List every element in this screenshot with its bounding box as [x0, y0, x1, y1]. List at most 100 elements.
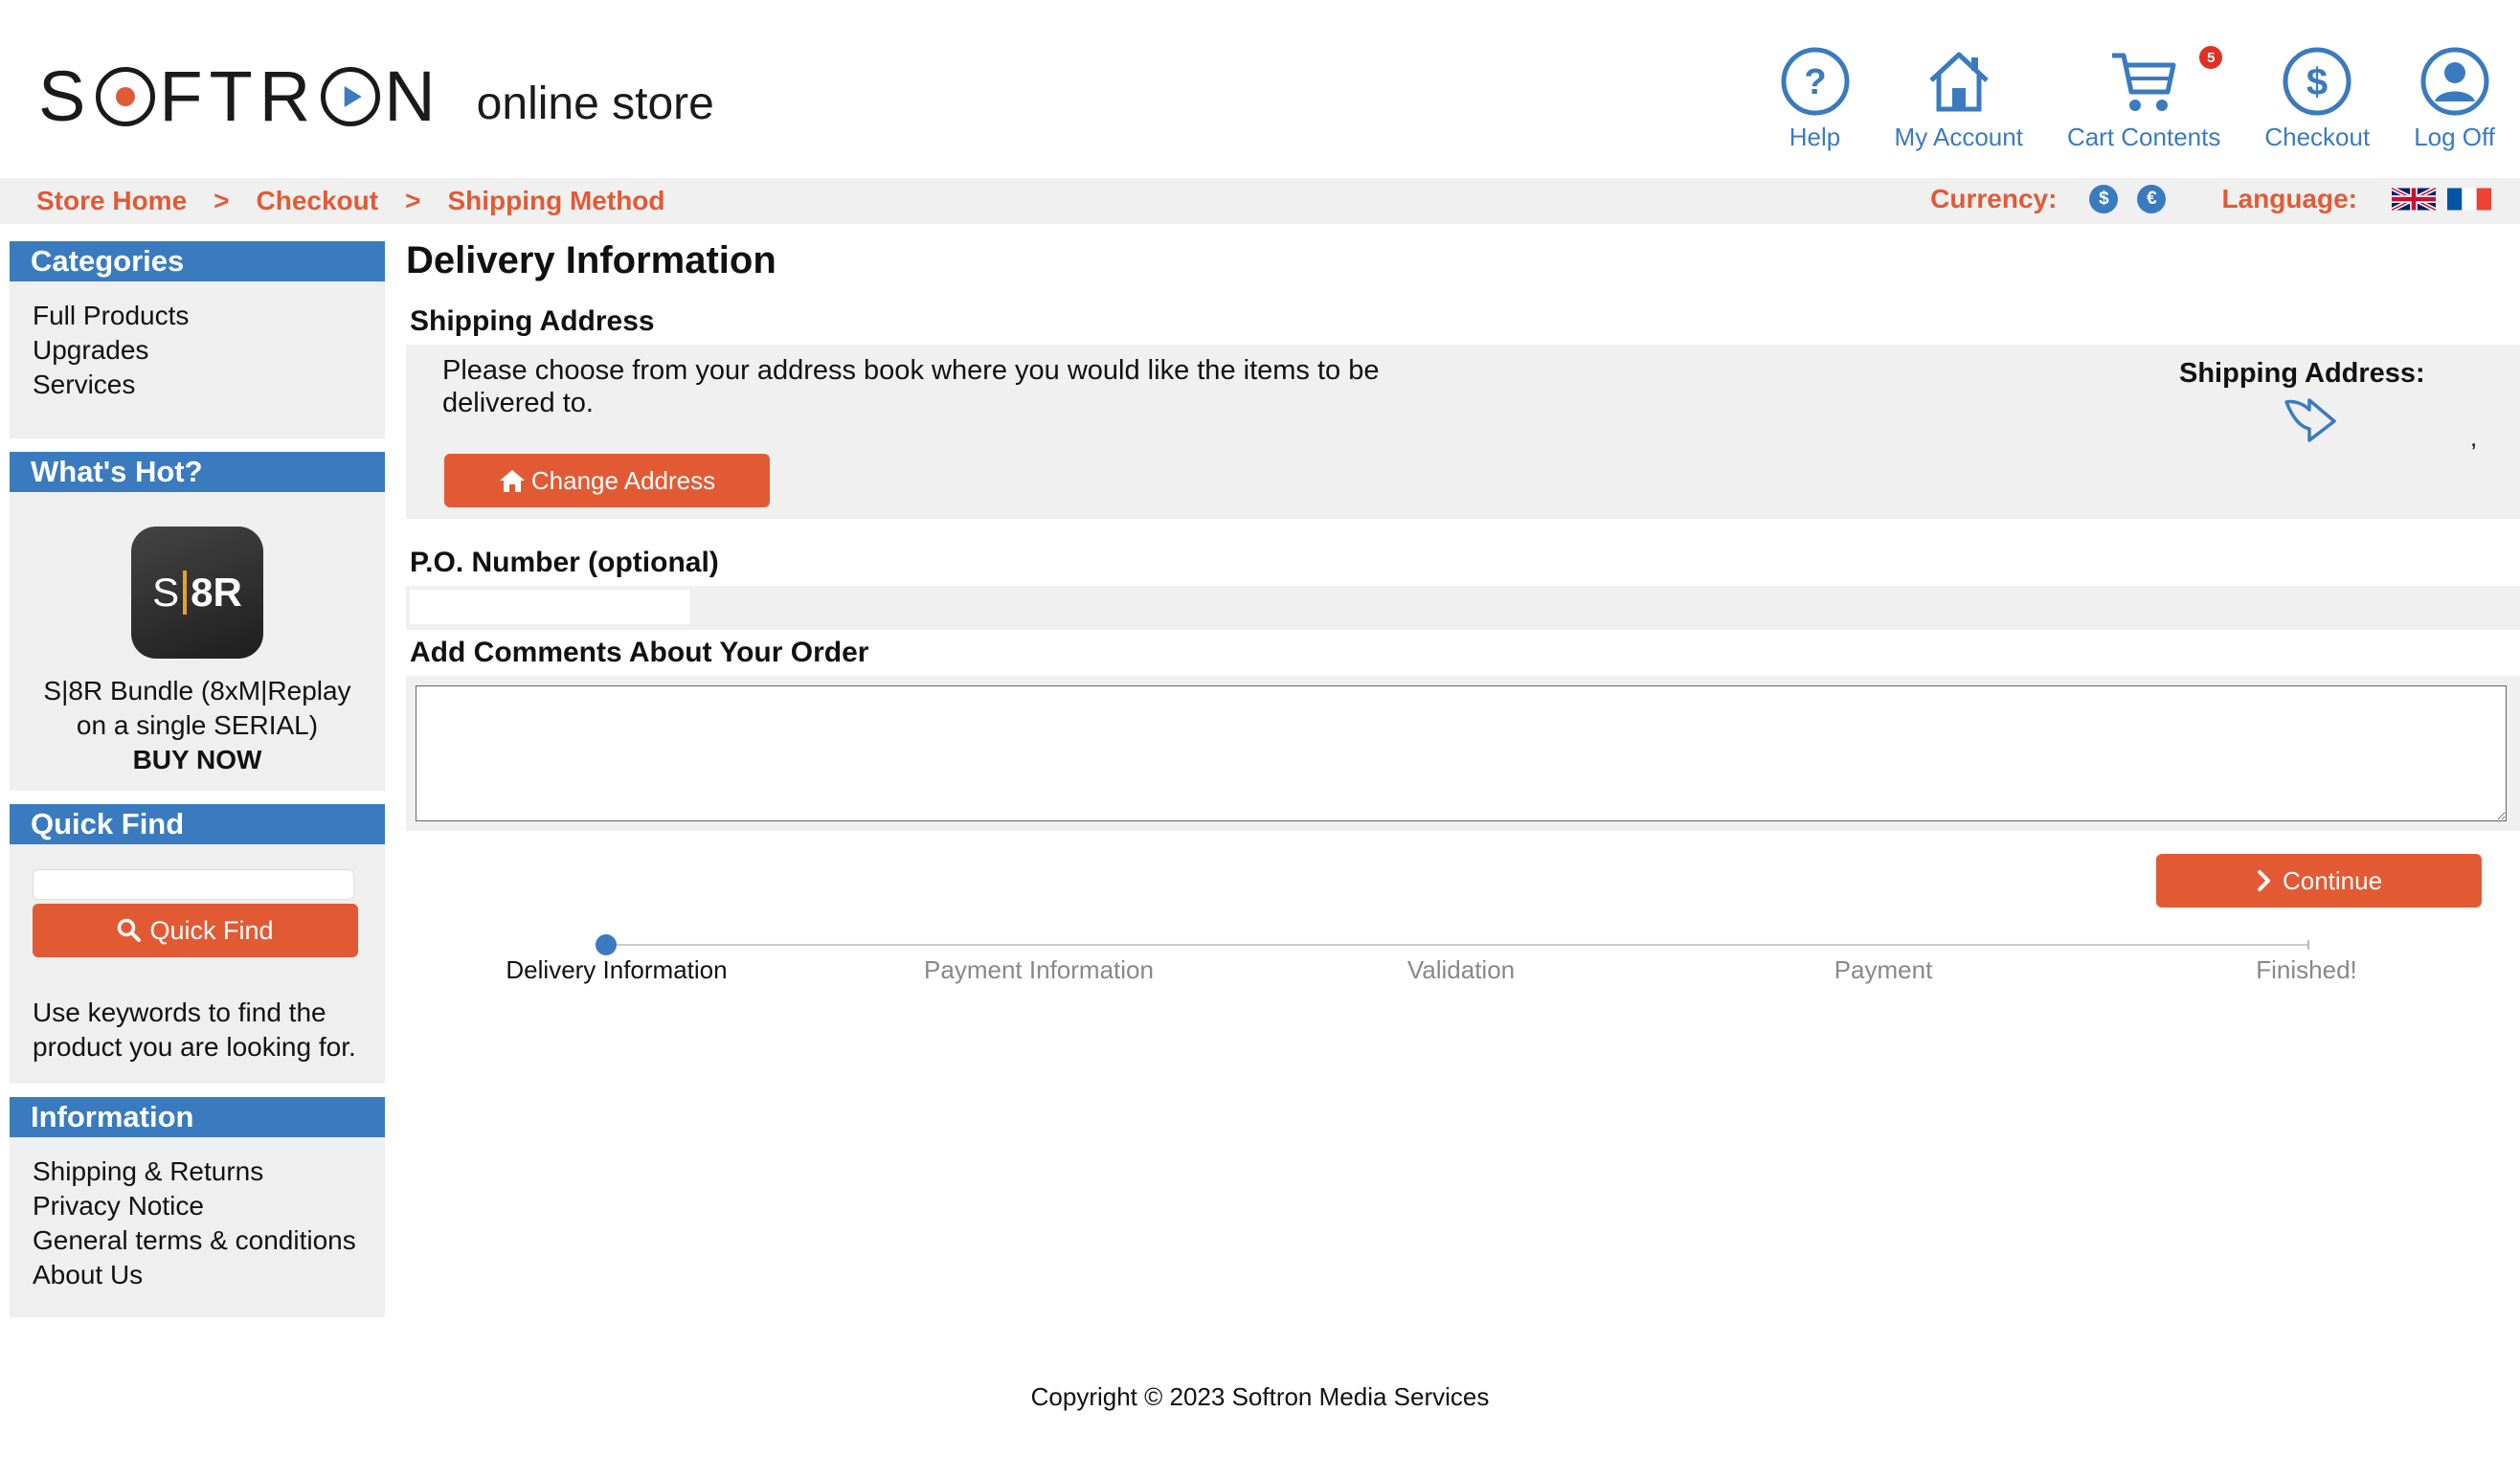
shipping-address-heading: Shipping Address	[410, 305, 655, 337]
breadcrumb-separator: >	[405, 186, 421, 215]
help-icon: ?	[1781, 47, 1850, 116]
information-list: Shipping & Returns Privacy Notice Genera…	[10, 1137, 385, 1317]
progress-track	[605, 944, 2309, 946]
comments-heading: Add Comments About Your Order	[410, 637, 869, 668]
cart-count-badge: 5	[2197, 44, 2225, 71]
nav-cart-contents-label: Cart Contents	[2066, 123, 2221, 151]
breadcrumb-checkout[interactable]: Checkout	[257, 186, 379, 216]
quick-find-button[interactable]: Quick Find	[33, 904, 358, 957]
footer-copyright: Copyright © 2023 Softron Media Services	[1030, 1382, 1490, 1411]
buy-now-link[interactable]: BUY NOW	[33, 743, 362, 777]
progress-track-end	[2307, 940, 2309, 950]
breadcrumb-separator: >	[214, 186, 230, 215]
comments-row	[406, 676, 2520, 831]
top-navigation: ? Help My Account 5 Cart Contents $ Chec…	[1736, 44, 2495, 152]
whats-hot-content: S 8R S|8R Bundle (8xM|Replay on a single …	[10, 492, 385, 791]
s8r-icon-text: 8R	[191, 570, 242, 615]
breadcrumb: Store Home > Checkout > Shipping Method	[36, 186, 665, 216]
nav-help[interactable]: ? Help	[1780, 46, 1851, 152]
change-address-label: Change Address	[530, 465, 716, 495]
store-logo[interactable]: S FTR N online store	[38, 61, 714, 132]
po-number-input[interactable]	[410, 590, 689, 624]
home-icon	[499, 470, 525, 492]
info-link-general-terms[interactable]: General terms & conditions	[33, 1223, 362, 1258]
category-link-upgrades[interactable]: Upgrades	[33, 333, 362, 368]
main-content: Delivery Information Shipping Address Pl…	[406, 234, 2520, 908]
logo-play-o-icon	[321, 67, 381, 126]
info-link-shipping-returns[interactable]: Shipping & Returns	[33, 1154, 362, 1189]
continue-button[interactable]: Continue	[2156, 854, 2482, 908]
logo-letters-ftr: FTR	[159, 56, 318, 136]
nav-my-account-label: My Account	[1894, 123, 2023, 151]
information-box: Information Shipping & Returns Privacy N…	[10, 1097, 385, 1317]
breadcrumb-store-home[interactable]: Store Home	[36, 186, 187, 216]
categories-list: Full Products Upgrades Services	[10, 281, 385, 438]
nav-checkout[interactable]: $ Checkout	[2264, 46, 2370, 152]
shipping-address-value: ,	[2470, 423, 2478, 452]
share-arrow-icon	[2284, 398, 2336, 442]
info-link-privacy-notice[interactable]: Privacy Notice	[33, 1189, 362, 1223]
nav-log-off[interactable]: Log Off	[2414, 46, 2495, 152]
header: S FTR N online store ? Help My Account 5…	[0, 0, 2520, 178]
breadcrumb-bar: Store Home > Checkout > Shipping Method …	[0, 178, 2520, 224]
svg-text:$: $	[2306, 61, 2328, 103]
dollar-icon: $	[2283, 47, 2351, 116]
progress-step-finished: Finished!	[2256, 955, 2357, 984]
info-link-about-us[interactable]: About Us	[33, 1258, 362, 1292]
category-link-full-products[interactable]: Full Products	[33, 299, 362, 333]
page-title: Delivery Information	[406, 239, 776, 281]
quick-find-input[interactable]	[33, 869, 354, 900]
nav-log-off-label: Log Off	[2414, 123, 2495, 151]
quick-find-box: Quick Find Quick Find Use keywords to fi…	[10, 804, 385, 1084]
shipping-address-panel: Please choose from your address book whe…	[406, 345, 2520, 519]
home-icon	[1929, 52, 1989, 112]
information-heading: Information	[10, 1097, 385, 1137]
currency-language-selector: Currency: $ € Language:	[1930, 184, 2491, 214]
po-number-heading: P.O. Number (optional)	[410, 547, 719, 578]
continue-label: Continue	[2282, 865, 2383, 895]
category-link-services[interactable]: Services	[33, 368, 362, 402]
quick-find-heading: Quick Find	[10, 804, 385, 844]
logo-wordmark: S FTR N	[38, 61, 442, 132]
search-icon	[118, 918, 142, 942]
quick-find-button-label: Quick Find	[149, 915, 274, 945]
cart-icon	[2112, 53, 2176, 111]
french-flag-icon[interactable]	[2447, 185, 2491, 213]
categories-box: Categories Full Products Upgrades Servic…	[10, 241, 385, 438]
quick-find-content: Quick Find Use keywords to find the prod…	[10, 844, 385, 1084]
english-flag-icon[interactable]	[2392, 185, 2436, 213]
progress-step-payment: Payment	[1834, 955, 1933, 984]
logo-letter-s: S	[38, 56, 93, 136]
hot-product-name[interactable]: S|8R Bundle (8xM|Replay on a single SERI…	[33, 674, 362, 743]
chevron-right-icon	[2257, 870, 2270, 891]
s8r-product-icon[interactable]: S 8R	[131, 527, 263, 659]
logo-record-o-icon	[96, 67, 156, 126]
progress-current-marker	[596, 934, 617, 955]
svg-text:?: ?	[1804, 62, 1826, 102]
nav-cart-contents[interactable]: 5 Cart Contents	[2066, 44, 2225, 152]
order-comments-textarea[interactable]	[416, 685, 2507, 821]
progress-step-validation: Validation	[1406, 955, 1516, 984]
whats-hot-heading: What's Hot?	[10, 452, 385, 492]
nav-my-account[interactable]: My Account	[1895, 46, 2023, 152]
nav-help-label: Help	[1789, 123, 1841, 151]
categories-heading: Categories	[10, 241, 385, 281]
currency-label: Currency:	[1930, 184, 2058, 213]
quick-find-help-text: Use keywords to find the product you are…	[33, 997, 356, 1062]
shipping-address-label: Shipping Address:	[2179, 358, 2425, 389]
sidebar: Categories Full Products Upgrades Servic…	[10, 241, 385, 1317]
currency-euro-icon[interactable]: €	[2137, 185, 2167, 213]
whats-hot-box: What's Hot? S 8R S|8R Bundle (8xM|Replay …	[10, 452, 385, 791]
change-address-button[interactable]: Change Address	[444, 454, 770, 507]
progress-step-delivery: Delivery Information	[506, 955, 728, 984]
nav-checkout-label: Checkout	[2264, 123, 2371, 151]
s8r-icon-letter: S	[152, 570, 180, 615]
language-label: Language:	[2221, 184, 2357, 213]
logo-subtitle: online store	[476, 78, 714, 129]
currency-dollar-icon[interactable]: $	[2089, 185, 2119, 213]
user-icon	[2420, 47, 2489, 116]
breadcrumb-shipping-method[interactable]: Shipping Method	[447, 186, 664, 216]
progress-step-payment-information: Payment Information	[924, 955, 1154, 984]
po-number-row	[406, 586, 2520, 630]
logo-letter-n: N	[384, 56, 442, 136]
